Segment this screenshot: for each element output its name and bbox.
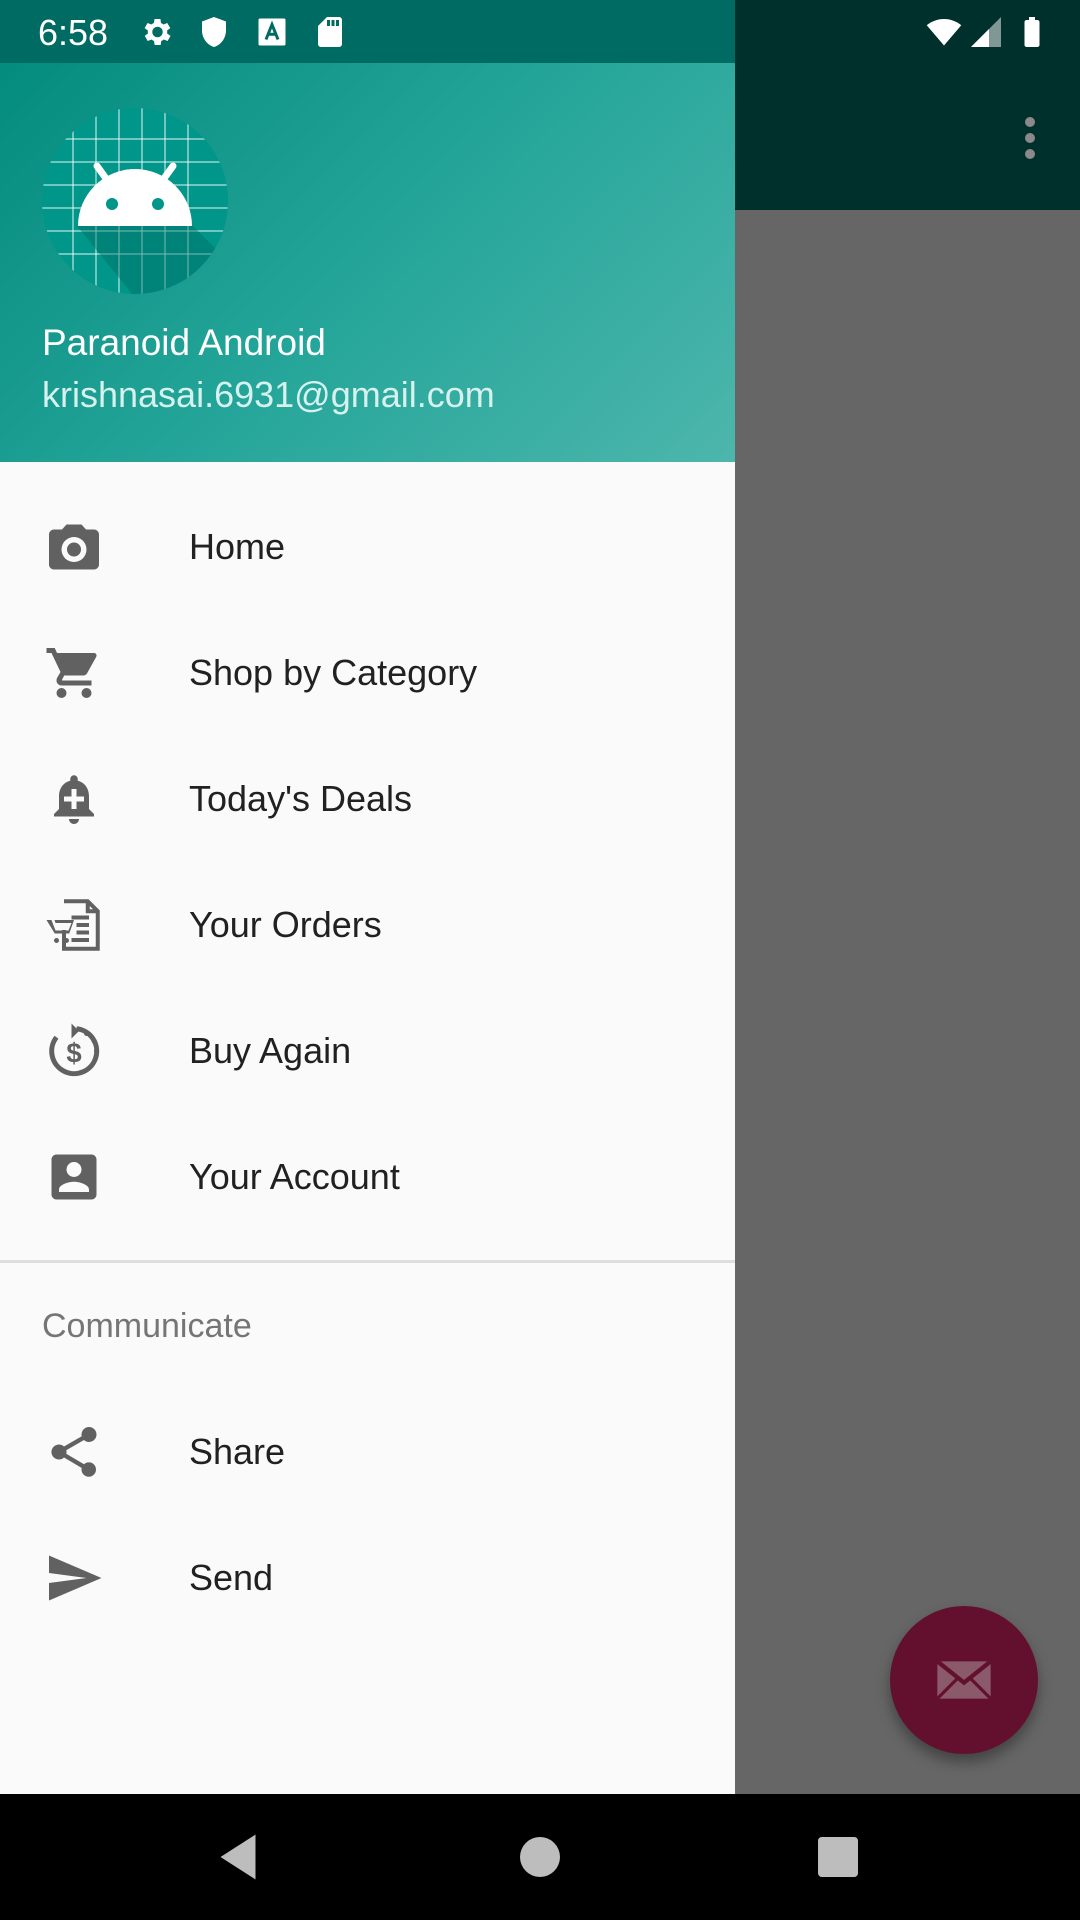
menu-item-your-account[interactable]: Your Account <box>0 1114 735 1240</box>
drawer-header: Paranoid Android krishnasai.6931@gmail.c… <box>0 0 735 462</box>
battery-icon <box>1014 14 1050 50</box>
section-header-communicate: Communicate <box>42 1307 252 1345</box>
svg-text:$: $ <box>66 1037 81 1068</box>
recents-icon[interactable] <box>808 1827 868 1887</box>
back-icon[interactable] <box>208 1827 268 1887</box>
clock: 6:58 <box>38 12 109 53</box>
more-vert-icon[interactable] <box>980 62 1080 212</box>
orders-icon <box>44 895 104 955</box>
android-logo-icon <box>42 108 228 294</box>
dollar-refresh-icon: $ <box>44 1021 104 1081</box>
home-icon[interactable] <box>510 1827 570 1887</box>
menu-item-home[interactable]: Home <box>0 484 735 610</box>
menu-item-label: Today's Deals <box>189 778 412 819</box>
wifi-icon <box>922 14 966 50</box>
menu-item-label: Shop by Category <box>189 652 478 693</box>
menu-item-your-orders[interactable]: Your Orders <box>0 862 735 988</box>
navigation-bar <box>0 1794 1080 1920</box>
cart-icon <box>44 643 104 703</box>
bell-plus-icon <box>44 769 104 829</box>
menu-item-shop-by-category[interactable]: Shop by Category <box>0 610 735 736</box>
menu-item-send[interactable]: Send <box>0 1515 735 1641</box>
font-a-icon <box>254 14 290 50</box>
menu-item-share[interactable]: Share <box>0 1389 735 1515</box>
menu-item-label: Buy Again <box>189 1030 352 1071</box>
signal-icon <box>968 14 1004 50</box>
menu-item-label: Your Account <box>189 1156 400 1197</box>
share-icon <box>44 1422 104 1482</box>
send-icon <box>44 1548 104 1608</box>
menu-item-label: Share <box>189 1431 286 1472</box>
menu-item-todays-deals[interactable]: Today's Deals <box>0 736 735 862</box>
user-name: Paranoid Android <box>42 322 326 363</box>
shield-icon <box>196 14 232 50</box>
navigation-drawer: Paranoid Android krishnasai.6931@gmail.c… <box>0 0 735 1794</box>
menu-item-label: Send <box>189 1557 274 1598</box>
mail-fab-button[interactable] <box>890 1606 1038 1754</box>
divider <box>0 1260 735 1263</box>
avatar[interactable] <box>42 108 228 294</box>
menu-item-buy-again[interactable]: $ Buy Again <box>0 988 735 1114</box>
settings-icon <box>138 14 174 50</box>
menu-item-label: Your Orders <box>189 904 382 945</box>
user-email: krishnasai.6931@gmail.com <box>42 374 495 415</box>
camera-icon <box>44 517 104 577</box>
mail-icon <box>936 1659 992 1700</box>
status-bar: 6:58 <box>0 0 1080 63</box>
menu-item-label: Home <box>189 526 286 567</box>
sd-card-icon <box>312 14 348 50</box>
account-box-icon <box>44 1147 104 1207</box>
